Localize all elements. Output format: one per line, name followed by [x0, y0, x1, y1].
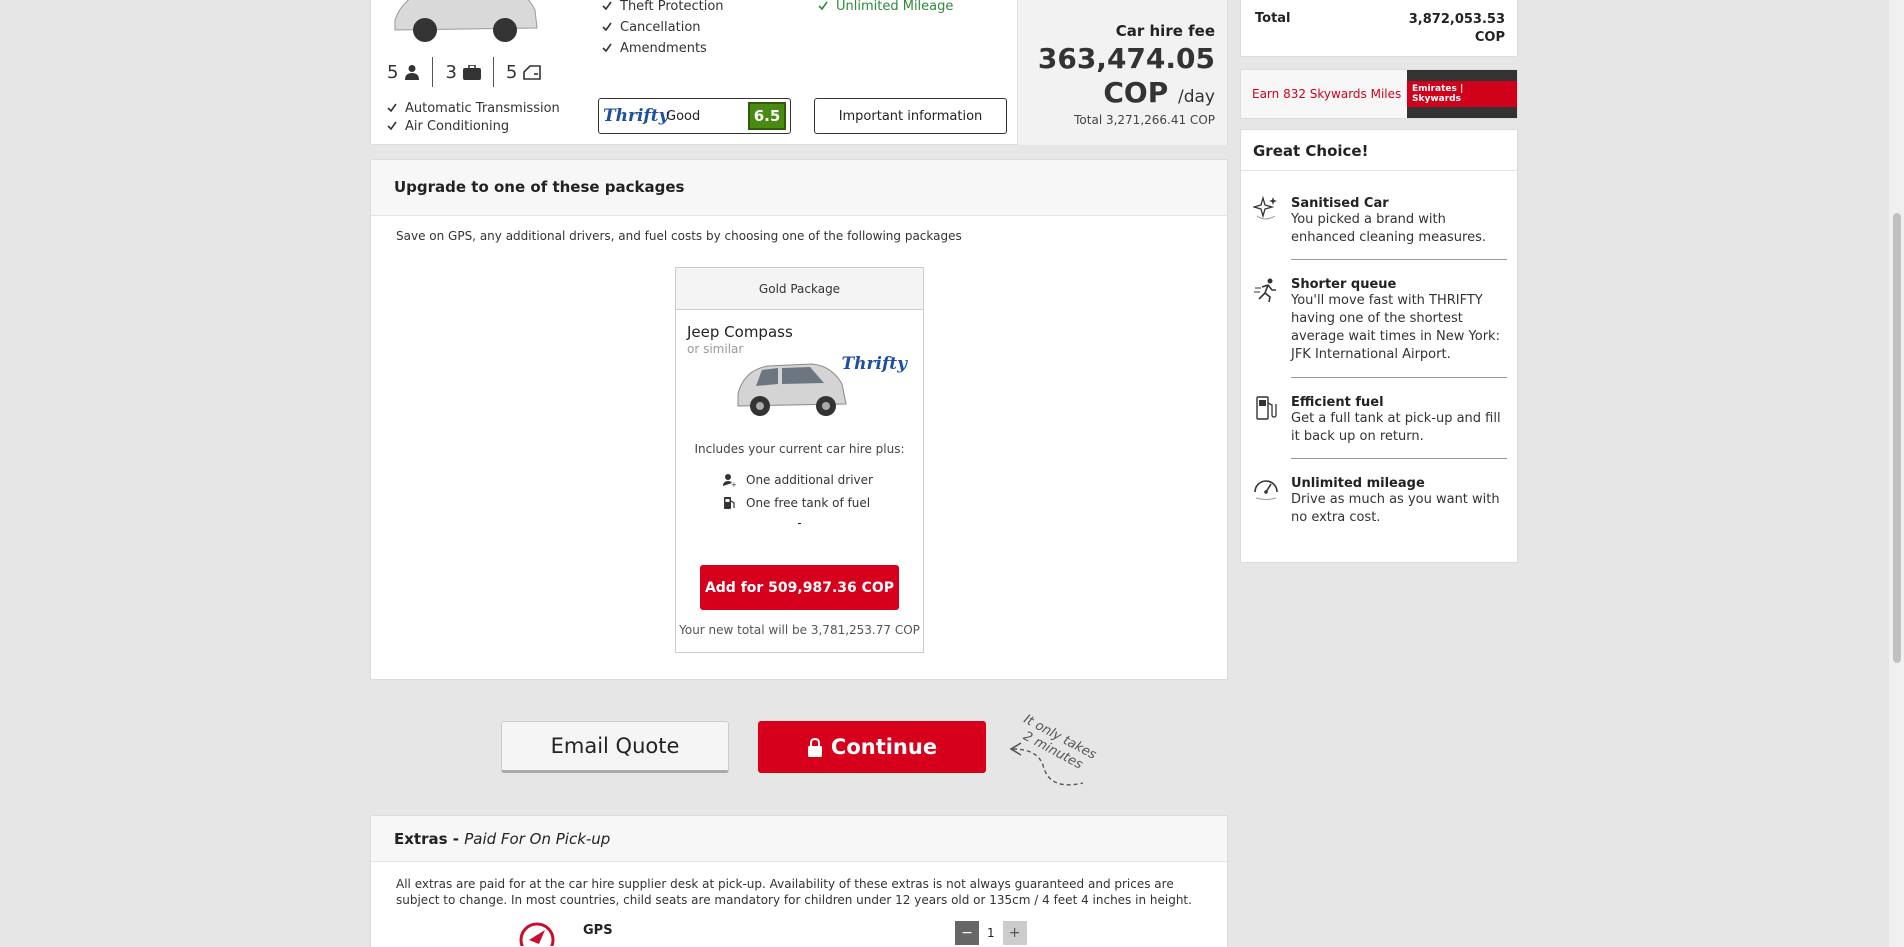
suitcase-icon: [462, 64, 481, 80]
package-car-model: Jeep Compass: [687, 323, 793, 341]
thrifty-logo: Thrifty: [603, 106, 669, 126]
car-specs: 5 3 5: [387, 57, 542, 87]
great-choice-title: Great Choice!: [1241, 130, 1517, 171]
emirates-skywards-logo: Emirates | Skywards: [1407, 70, 1517, 118]
package-item: One free tank of fuel: [722, 496, 870, 510]
package-new-total: Your new total will be 3,781,253.77 COP: [679, 623, 920, 637]
feature-item: Automatic Transmission: [387, 98, 560, 118]
choice-divider: [1291, 377, 1507, 378]
package-or-similar: or similar: [687, 342, 744, 356]
sidebar-total: Total 3,872,053.53 COP: [1240, 0, 1518, 57]
gps-quantity: 1: [987, 926, 995, 940]
feature-item: Theft Protection: [602, 0, 724, 16]
choice-divider: [1291, 458, 1507, 459]
add-gold-package-button[interactable]: Add for 509,987.36 COP: [700, 565, 899, 610]
svg-text:+: +: [731, 481, 736, 487]
package-dash: -: [797, 516, 802, 530]
bags-spec: 3: [445, 61, 481, 83]
doors-count: 5: [505, 61, 518, 83]
choice-item: Unlimited mileage Drive as much as you w…: [1253, 476, 1507, 527]
gps-label: GPS: [583, 923, 613, 938]
check-icon: [602, 22, 612, 32]
extras-title: Extras - Paid For On Pick-up: [371, 816, 1227, 862]
dashed-arrow-icon: [1007, 735, 1093, 795]
car-card: 5 3 5 Automatic Transmission Air Conditi…: [370, 0, 1228, 145]
package-item: + One additional driver: [722, 473, 873, 487]
package-includes: Includes your current car hire plus:: [694, 442, 905, 456]
passengers-spec: 5: [387, 62, 420, 83]
spec-divider: [432, 57, 434, 87]
extras-panel: Extras - Paid For On Pick-up All extras …: [370, 815, 1228, 947]
fuel-pump-icon: [1256, 396, 1277, 420]
bags-count: 3: [445, 61, 457, 83]
fuel-tank-icon: [724, 497, 735, 509]
thrifty-logo: Thrifty: [841, 354, 907, 374]
decrement-button[interactable]: −: [955, 921, 979, 945]
continue-button[interactable]: Continue: [758, 721, 986, 773]
price-box: Car hire fee 363,474.05 COP /day Total 3…: [1017, 0, 1227, 145]
skywards-banner: Earn 832 Skywards Miles Emirates | Skywa…: [1240, 69, 1518, 119]
scrollbar-thumb[interactable]: [1893, 213, 1901, 663]
lock-icon: [807, 737, 822, 757]
sparkle-icon: [1253, 196, 1277, 220]
rating-word: Good: [666, 108, 701, 124]
package-name: Gold Package: [676, 268, 923, 310]
check-icon: [818, 1, 828, 11]
gold-package-card: Gold Package Jeep Compass or similar Thr…: [675, 267, 924, 653]
rating-score: 6.5: [748, 102, 786, 130]
running-icon: [1254, 278, 1276, 303]
passengers-count: 5: [387, 61, 399, 83]
additional-driver-icon: +: [723, 474, 736, 487]
feature-item: Cancellation: [602, 17, 724, 37]
upgrade-title: Upgrade to one of these packages: [371, 160, 1227, 216]
features-left: Automatic Transmission Air Conditioning: [387, 98, 560, 136]
gps-quantity-stepper: − 1 +: [955, 921, 1027, 945]
person-icon: [405, 65, 420, 80]
feature-item: Air Conditioning: [387, 116, 560, 136]
choice-item: Efficient fuel Get a full tank at pick-u…: [1253, 395, 1507, 446]
choice-divider: [1291, 259, 1507, 260]
supplier-rating[interactable]: Thrifty Good 6.5: [598, 98, 791, 134]
extras-description: All extras are paid for at the car hire …: [396, 877, 1192, 907]
skywards-text: Earn 832 Skywards Miles: [1252, 87, 1402, 101]
car-image: [385, 0, 545, 50]
important-information-button[interactable]: Important information: [814, 98, 1007, 134]
spec-divider: [492, 57, 494, 87]
feature-item: Amendments: [602, 38, 724, 58]
features-mid: Theft Protection Cancellation Amendments: [602, 0, 724, 58]
total-value: 3,872,053.53 COP: [1408, 12, 1505, 45]
check-icon: [602, 1, 612, 11]
gps-icon: [519, 922, 555, 946]
check-icon: [387, 103, 397, 113]
feature-item: Unlimited Mileage: [818, 0, 953, 16]
increment-button[interactable]: +: [1002, 921, 1027, 945]
features-right: Unlimited Mileage: [818, 0, 953, 16]
package-car-image: [732, 356, 852, 426]
car-door-icon: [523, 64, 542, 80]
speedometer-icon: [1254, 480, 1278, 500]
choice-item: Shorter queue You'll move fast with THRI…: [1253, 277, 1507, 364]
email-quote-button[interactable]: Email Quote: [501, 721, 729, 773]
check-icon: [387, 121, 397, 131]
page-scrollbar[interactable]: [1889, 0, 1904, 947]
choice-item: Sanitised Car You picked a brand with en…: [1253, 196, 1507, 247]
upgrade-packages-panel: Upgrade to one of these packages Save on…: [370, 159, 1228, 680]
car-hire-total: Total 3,271,266.41 COP: [1074, 113, 1215, 127]
total-label: Total: [1255, 11, 1291, 26]
car-hire-fee-amount: 363,474.05 COP /day: [1037, 42, 1215, 109]
car-hire-fee-label: Car hire fee: [1115, 22, 1215, 40]
check-icon: [602, 43, 612, 53]
upgrade-subtitle: Save on GPS, any additional drivers, and…: [396, 229, 962, 243]
great-choice-panel: Great Choice! Sanitised Car You picked a…: [1240, 129, 1518, 563]
doors-spec: 5: [505, 61, 542, 83]
